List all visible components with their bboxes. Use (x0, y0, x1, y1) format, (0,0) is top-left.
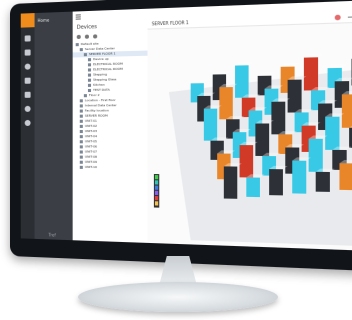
nav-icon-history[interactable] (24, 105, 31, 112)
folder-icon (79, 109, 83, 113)
gauge-segment (154, 190, 159, 196)
settings-gear-icon[interactable] (24, 119, 31, 126)
folder-icon (87, 88, 92, 93)
server-rack[interactable] (303, 57, 319, 91)
folder-icon (79, 130, 83, 134)
server-rack[interactable] (239, 145, 254, 178)
folder-icon (79, 135, 83, 139)
folder-icon (79, 165, 83, 169)
monitor-stand-base (78, 282, 278, 312)
folder-icon (83, 53, 87, 57)
folder-icon (79, 99, 83, 103)
folder-icon (79, 145, 83, 149)
3d-floor-canvas[interactable] (148, 22, 352, 248)
server-rack[interactable] (341, 94, 352, 128)
nav-column: Home Tref (34, 11, 73, 241)
folder-icon (79, 140, 83, 144)
folder-icon (79, 119, 83, 123)
server-rack-top (190, 79, 209, 84)
server-rack[interactable] (271, 101, 286, 135)
device-tree-panel: Devices Default site Server Data Center SE… (72, 19, 149, 243)
server-rack[interactable] (292, 160, 307, 194)
server-rack[interactable] (269, 169, 283, 196)
folder-icon (79, 160, 83, 164)
server-rack[interactable] (308, 138, 323, 172)
server-rack[interactable] (235, 65, 249, 98)
tree-item-label: UNIT-10 (84, 164, 97, 170)
nav-icon-files[interactable] (24, 91, 31, 98)
gauge-segment (154, 180, 159, 185)
monitor-bezel: Home Tref Devices Default site Server Dat… (10, 0, 352, 271)
folder-icon (87, 83, 92, 87)
folder-icon (79, 124, 83, 128)
server-rack-top (212, 70, 231, 75)
expand-icon[interactable] (76, 34, 81, 40)
gauge-segment (154, 175, 159, 180)
app-screen: Home Tref Devices Default site Server Dat… (20, 0, 352, 251)
legend-gauge (153, 173, 160, 208)
folder-icon (75, 43, 79, 47)
server-rack[interactable] (339, 163, 352, 191)
nav-icon-map[interactable] (24, 63, 31, 70)
folder-icon (79, 114, 83, 118)
brand-label: Tref (48, 232, 56, 238)
nav-icon-devices[interactable] (24, 35, 31, 42)
nav-icon-reports[interactable] (24, 77, 31, 84)
server-rack[interactable] (246, 177, 260, 198)
folder-icon (87, 78, 92, 82)
folder-icon (87, 63, 92, 67)
gauge-segment (154, 201, 159, 206)
left-icon-rail (20, 13, 35, 239)
folder-icon (79, 155, 83, 159)
server-rack-top (280, 63, 300, 67)
server-rack[interactable] (219, 87, 233, 120)
nav-icon-alerts[interactable] (24, 49, 31, 56)
server-rack[interactable] (325, 116, 340, 150)
folder-icon (79, 104, 83, 108)
menu-icon[interactable] (347, 16, 352, 18)
app-logo[interactable] (20, 13, 35, 28)
server-rack[interactable] (223, 166, 238, 199)
folder-icon (87, 68, 92, 72)
folder-icon (79, 150, 83, 154)
server-rack-top (327, 64, 347, 69)
hamburger-menu-icon[interactable] (75, 14, 81, 16)
gauge-segment (154, 185, 159, 190)
folder-icon (79, 48, 83, 52)
folder-icon (87, 58, 92, 62)
floor-view: SERVER FLOOR 1 (147, 11, 352, 251)
tree-item[interactable]: UNIT-10 (73, 165, 148, 171)
folder-icon (87, 73, 92, 77)
filter-icon[interactable] (84, 34, 89, 39)
server-rack-top (303, 53, 323, 58)
server-rack-top (257, 72, 277, 76)
more-icon[interactable] (93, 34, 98, 39)
tree-list: Default site Server Data Center SERVER FLO… (72, 40, 148, 171)
server-rack-top (235, 61, 254, 66)
folder-icon (83, 94, 87, 98)
server-rack[interactable] (255, 123, 270, 157)
server-rack[interactable] (315, 171, 330, 192)
gauge-segment (154, 196, 159, 201)
server-rack[interactable] (287, 79, 302, 113)
server-rack[interactable] (203, 108, 218, 141)
